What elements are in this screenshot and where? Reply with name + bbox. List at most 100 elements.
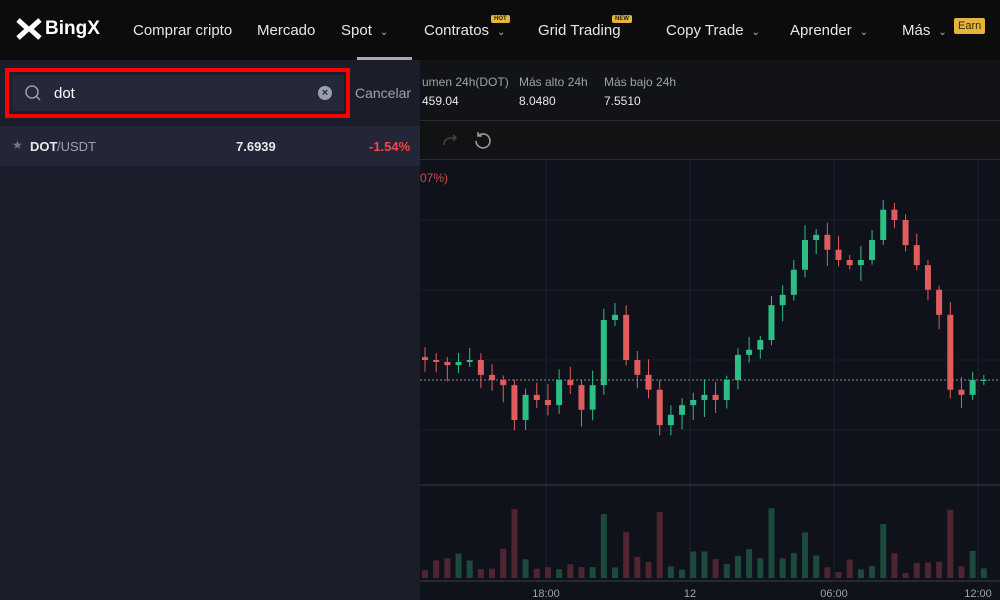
nav-label: Grid Trading	[538, 22, 621, 39]
new-badge: NEW	[612, 15, 632, 23]
nav-mercado[interactable]: Mercado	[257, 22, 315, 39]
volume-bar	[779, 558, 786, 578]
x-tick-label: 18:00	[532, 588, 560, 600]
candle-body	[500, 380, 507, 386]
candle-body	[634, 360, 641, 375]
candle-body	[779, 294, 786, 306]
candle-body	[422, 357, 428, 360]
candle-body	[578, 385, 585, 410]
pair-base: DOT	[30, 139, 58, 154]
candle-body	[880, 209, 887, 240]
nav-label: Mercado	[257, 22, 316, 39]
nav-aprender[interactable]: Aprender ⌄	[790, 22, 868, 39]
candle-body	[835, 249, 842, 260]
candle-body	[768, 305, 775, 340]
volume-bar	[600, 514, 607, 578]
candle-body	[556, 380, 563, 406]
volume-bar	[634, 556, 641, 578]
volume-bar	[567, 564, 574, 578]
candle-body	[511, 385, 518, 420]
nav-mas[interactable]: Más ⌄	[902, 22, 947, 39]
candle-body	[790, 269, 797, 295]
stat-label: Más bajo 24h	[604, 75, 677, 89]
earn-badge[interactable]: Earn	[954, 18, 986, 34]
x-tick-label: 12	[684, 588, 696, 600]
star-icon[interactable]: ★	[12, 138, 23, 152]
candle-body	[813, 234, 820, 240]
volume-bar	[444, 558, 451, 578]
candle-body	[947, 314, 954, 390]
redo-icon[interactable]	[440, 131, 460, 151]
top-nav: BingX Comprar cripto Mercado Spot ⌄ Contr…	[0, 0, 1000, 60]
volume-bar	[578, 567, 585, 578]
nav-copy-trade[interactable]: Copy Trade ⌄	[666, 22, 760, 39]
candle-body	[913, 245, 920, 266]
chevron-down-icon: ⌄	[859, 27, 869, 38]
volume-bar	[857, 569, 864, 578]
candle-body	[824, 234, 831, 250]
stat-value: 7.5510	[604, 94, 641, 108]
price-chart[interactable]: 07%) 18:00 12 06:00 12:00	[420, 160, 1000, 600]
nav-label: Copy Trade	[666, 22, 744, 39]
candle-body	[612, 314, 618, 320]
brand-name: BingX	[45, 18, 100, 39]
chevron-down-icon: ⌄	[938, 27, 947, 38]
candle-body	[712, 394, 719, 400]
hot-badge: HOT	[491, 15, 510, 23]
nav-comprar-cripto[interactable]: Comprar cripto	[133, 22, 232, 39]
nav-label: Aprender	[790, 22, 852, 39]
volume-bar	[969, 550, 976, 578]
volume-bar	[612, 567, 618, 578]
candle-body	[623, 314, 630, 360]
candle-body	[846, 260, 853, 266]
candle-body	[701, 394, 708, 400]
volume-bar	[757, 558, 764, 578]
volume-bar	[623, 531, 630, 578]
volume-bar	[455, 553, 462, 578]
volume-bar	[813, 555, 820, 578]
volume-bar	[522, 559, 529, 578]
candle-body	[600, 320, 607, 386]
cancel-button[interactable]: Cancelar	[355, 85, 411, 101]
brand-logo[interactable]: BingX	[16, 18, 100, 40]
volume-bar	[712, 559, 719, 578]
candle-body	[746, 349, 753, 355]
candle-body	[544, 400, 551, 406]
volume-bar	[690, 551, 697, 578]
volume-bar	[489, 568, 496, 578]
volume-bar	[500, 548, 507, 578]
candle-body	[477, 360, 484, 375]
volume-bar	[477, 569, 484, 578]
chart-toolbar	[420, 120, 1000, 160]
candle-body	[466, 360, 473, 362]
candle-body	[533, 394, 540, 400]
reset-icon[interactable]	[472, 130, 494, 152]
chevron-down-icon: ⌄	[379, 27, 389, 38]
result-row[interactable]: ★ DOT /USDT 7.6939 -1.54%	[0, 126, 420, 166]
candle-body	[444, 362, 451, 366]
nav-grid-trading[interactable]: Grid Trading	[538, 22, 621, 39]
candle-body	[958, 389, 965, 395]
candle-body	[690, 400, 697, 406]
candle-body	[802, 240, 808, 270]
candle-body	[589, 385, 596, 410]
candle-body	[455, 362, 462, 366]
volume-bar	[723, 564, 730, 578]
nav-spot[interactable]: Spot ⌄	[341, 22, 388, 39]
candle-body	[980, 380, 987, 381]
pair-change: -1.54%	[369, 139, 411, 154]
change-label: 07%)	[420, 171, 448, 185]
candle-body	[734, 354, 741, 380]
candle-body	[489, 374, 496, 380]
candle-body	[924, 265, 931, 290]
nav-contratos[interactable]: Contratos ⌄	[424, 22, 505, 39]
volume-bar	[936, 561, 943, 578]
volume-bar	[746, 549, 753, 578]
market-stats: umen 24h(DOT) 459.04 Más alto 24h 8.0480…	[420, 60, 1000, 120]
volume-bar	[924, 562, 931, 578]
volume-bar	[667, 566, 674, 578]
bingx-logo-icon	[16, 18, 42, 40]
candle-body	[667, 414, 674, 426]
candle-body	[645, 374, 652, 390]
volume-bar	[679, 569, 686, 578]
